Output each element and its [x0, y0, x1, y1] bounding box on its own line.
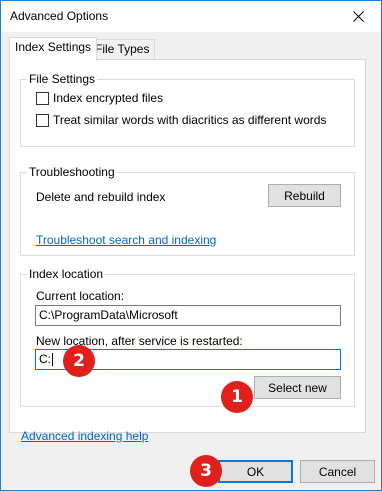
index-location-title: Index location [27, 267, 106, 281]
new-location-value: C: [39, 352, 51, 366]
index-encrypted-label: Index encrypted files [53, 91, 164, 105]
step-marker-3: 3 [190, 455, 222, 487]
select-new-button[interactable]: Select new [254, 376, 341, 399]
index-settings-panel: File Settings Index encrypted files Trea… [9, 59, 366, 443]
troubleshooting-title: Troubleshooting [27, 165, 117, 179]
troubleshoot-link[interactable]: Troubleshoot search and indexing [36, 233, 216, 247]
index-encrypted-option[interactable]: Index encrypted files [36, 91, 163, 105]
index-encrypted-checkbox[interactable] [36, 91, 49, 105]
advanced-indexing-help-link[interactable]: Advanced indexing help [21, 429, 148, 443]
close-button[interactable] [336, 1, 381, 32]
window-title: Advanced Options [10, 9, 109, 23]
close-icon [353, 11, 364, 22]
index-location-group: Index location Current location: C:\Prog… [20, 267, 355, 407]
current-location-field[interactable]: C:\ProgramData\Microsoft [35, 305, 341, 326]
troubleshooting-group: Troubleshooting Delete and rebuild index… [20, 165, 355, 256]
step-marker-2: 2 [63, 345, 95, 377]
file-settings-group: File Settings Index encrypted files Trea… [20, 72, 355, 147]
file-settings-title: File Settings [27, 72, 98, 86]
diacritics-option[interactable]: Treat similar words with diacritics as d… [36, 113, 326, 127]
current-location-label: Current location: [36, 289, 125, 303]
step-marker-1: 1 [221, 381, 253, 413]
rebuild-description: Delete and rebuild index [36, 190, 166, 204]
advanced-options-dialog: Advanced Options Index Settings File Typ… [0, 0, 382, 491]
new-location-label: New location, after service is restarted… [36, 334, 243, 348]
text-caret [52, 353, 53, 367]
tab-file-types[interactable]: File Types [89, 39, 156, 60]
cancel-button[interactable]: Cancel [300, 460, 375, 483]
ok-button[interactable]: OK [218, 460, 293, 483]
rebuild-button[interactable]: Rebuild [268, 184, 341, 207]
tab-index-settings[interactable]: Index Settings [9, 37, 98, 61]
diacritics-label: Treat similar words with diacritics as d… [53, 113, 327, 127]
diacritics-checkbox[interactable] [36, 113, 49, 127]
title-bar: Advanced Options [1, 1, 381, 32]
